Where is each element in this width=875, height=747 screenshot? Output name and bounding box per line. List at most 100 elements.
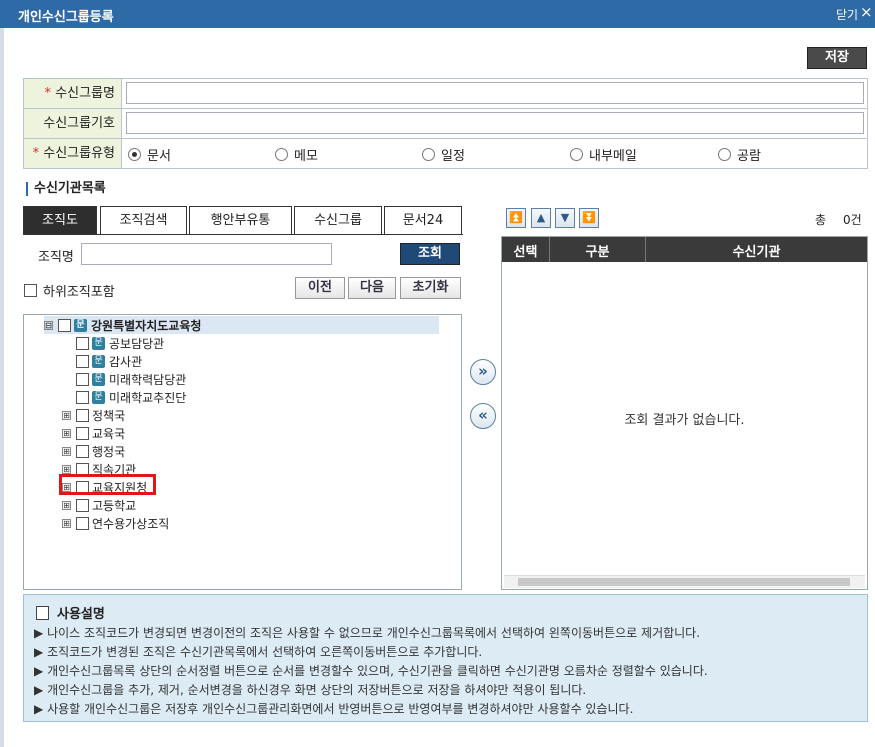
tree-leaf[interactable]: 문 미래학교추진단 [76,388,186,406]
tree-leaf[interactable]: 문 공보담당관 [76,334,164,352]
bullet-icon: ▶ [34,626,44,640]
expand-icon[interactable]: ⊞ [62,464,71,474]
tree-branch[interactable]: ⊞ 고등학교 [62,496,136,514]
type-radio-0[interactable]: 문서 [128,146,171,164]
tab-org-chart[interactable]: 조직도 [23,206,97,235]
radio-label: 메모 [294,148,318,164]
prev-button[interactable]: 이전 [295,277,345,299]
tab-recv-group[interactable]: 수신그룹 [294,206,382,235]
search-button[interactable]: 조회 [400,243,460,265]
tree-checkbox[interactable] [76,516,89,530]
next-button[interactable]: 다음 [348,277,396,299]
tree-label: 공보담당관 [109,336,165,351]
help-text: 나이스 조직코드가 변경되면 변경이전의 조직은 사용할 수 없으므로 개인수신… [47,626,701,640]
type-row: * 수신그룹유형 문서 메모 일정 내부메일 공람 [24,139,868,169]
name-label-text: 수신그룹명 [55,86,115,101]
tree-branch[interactable]: ⊞ 연수용가상조직 [62,514,169,532]
group-name-input[interactable] [126,82,864,104]
tree-checkbox[interactable] [76,426,89,440]
help-line: ▶ 나이스 조직코드가 변경되면 변경이전의 조직은 사용할 수 없으므로 개인… [34,624,700,641]
col-recipient[interactable]: 수신기관 [646,241,867,260]
tree-checkbox[interactable] [58,318,71,332]
help-line: ▶ 조직코드가 변경된 조직은 수신기관목록에서 선택하여 오른쪽이동버튼으로 … [34,643,482,660]
type-radio-2[interactable]: 일정 [422,146,465,164]
help-title: 사용설명 [57,607,105,622]
tree-branch[interactable]: ⊞ 교육국 [62,424,125,442]
empty-message: 조회 결과가 없습니다. [624,413,745,428]
tree-checkbox[interactable] [76,336,89,350]
col-type[interactable]: 구분 [550,241,645,260]
grid-header: 선택 구분 수신기관 [502,237,867,262]
radio-label: 공람 [737,148,761,164]
tab-doc24[interactable]: 문서24 [384,206,462,235]
help-line: ▶ 개인수신그룹을 추가, 제거, 순서변경을 하신경우 화면 상단의 저장버튼… [34,681,586,698]
total-count: 0건 [843,213,862,227]
radio-icon[interactable] [570,147,583,161]
sub-org-option[interactable]: 하위조직포함 [24,281,115,300]
expand-icon[interactable]: ⊞ [62,518,71,528]
expand-icon[interactable]: ⊞ [62,446,71,456]
move-top-icon[interactable]: ⏫ [506,208,526,228]
group-code-input[interactable] [126,112,864,134]
tree-branch[interactable]: ⊞ 정책국 [62,406,125,424]
tree-checkbox[interactable] [76,408,89,422]
tree-checkbox[interactable] [76,354,89,368]
sub-org-checkbox[interactable] [24,284,37,297]
save-button[interactable]: 저장 [807,47,867,69]
name-row: * 수신그룹명 [24,79,868,109]
scroll-thumb[interactable] [518,578,850,586]
radio-icon[interactable] [275,147,288,161]
type-radio-3[interactable]: 내부메일 [570,146,637,164]
move-right-button[interactable]: » [470,359,496,385]
tree-checkbox[interactable] [76,498,89,512]
col-select[interactable]: 선택 [502,241,549,260]
bullet-icon: ▶ [34,702,44,716]
radio-icon[interactable] [422,147,435,161]
org-tree: ⊟ 문 강원특별자치도교육청 문 공보담당관 문 감사관 문 미래학력담당관 문… [23,314,462,590]
name-label: * 수신그룹명 [24,79,122,108]
help-line: ▶ 사용할 개인수신그룹은 저장후 개인수신그룹관리화면에서 반영버튼으로 반영… [34,700,633,717]
help-panel: 사용설명 ▶ 나이스 조직코드가 변경되면 변경이전의 조직은 사용할 수 없으… [23,594,868,722]
org-search-input[interactable] [81,243,332,265]
tab-org-search[interactable]: 조직검색 [100,206,187,235]
horizontal-scrollbar[interactable] [504,575,865,588]
move-up-icon[interactable]: ▲ [531,208,551,228]
expand-icon[interactable]: ⊞ [62,500,71,510]
document-icon: 문 [92,390,105,404]
move-down-icon[interactable]: ▼ [555,208,575,228]
search-label: 조직명 [38,250,74,265]
tree-leaf[interactable]: 문 감사관 [76,352,142,370]
tree-label: 연수용가상조직 [92,516,170,531]
window-titlebar: 개인수신그룹등록 닫기 × [0,0,875,28]
reset-button[interactable]: 초기화 [400,277,461,299]
type-radio-1[interactable]: 메모 [275,146,318,164]
collapse-icon[interactable]: ⊟ [44,320,53,330]
highlight-box [59,474,156,495]
radio-selected-icon[interactable] [128,147,141,161]
tree-branch[interactable]: ⊞ 행정국 [62,442,125,460]
expand-icon[interactable]: ⊞ [62,428,71,438]
move-left-button[interactable]: « [470,403,496,429]
help-text: 사용할 개인수신그룹은 저장후 개인수신그룹관리화면에서 반영버튼으로 반영여부… [47,702,634,716]
expand-icon[interactable]: ⊞ [62,410,71,420]
tree-checkbox[interactable] [76,444,89,458]
document-icon: 문 [92,354,105,368]
help-text: 조직코드가 변경된 조직은 수신기관목록에서 선택하여 오른쪽이동버튼으로 추가… [47,645,483,659]
radio-label: 일정 [441,148,465,164]
bullet-icon: ▶ [34,645,44,659]
close-icon[interactable]: × [860,3,873,21]
help-text: 개인수신그룹을 추가, 제거, 순서변경을 하신경우 화면 상단의 저장버튼으로… [47,683,587,697]
tree-checkbox[interactable] [76,372,89,386]
document-icon: 문 [92,372,105,386]
tree-root[interactable]: ⊟ 문 강원특별자치도교육청 [44,316,439,334]
tree-checkbox[interactable] [76,390,89,404]
radio-icon[interactable] [718,147,731,161]
type-label: * 수신그룹유형 [24,139,122,168]
code-row: 수신그룹기호 [24,109,868,139]
type-radio-4[interactable]: 공람 [718,146,761,164]
close-label[interactable]: 닫기 [836,6,858,23]
move-bottom-icon[interactable]: ⏬ [579,208,599,228]
tree-leaf[interactable]: 문 미래학력담당관 [76,370,186,388]
sub-org-label: 하위조직포함 [43,285,115,300]
tab-mois[interactable]: 행안부유통 [189,206,292,235]
